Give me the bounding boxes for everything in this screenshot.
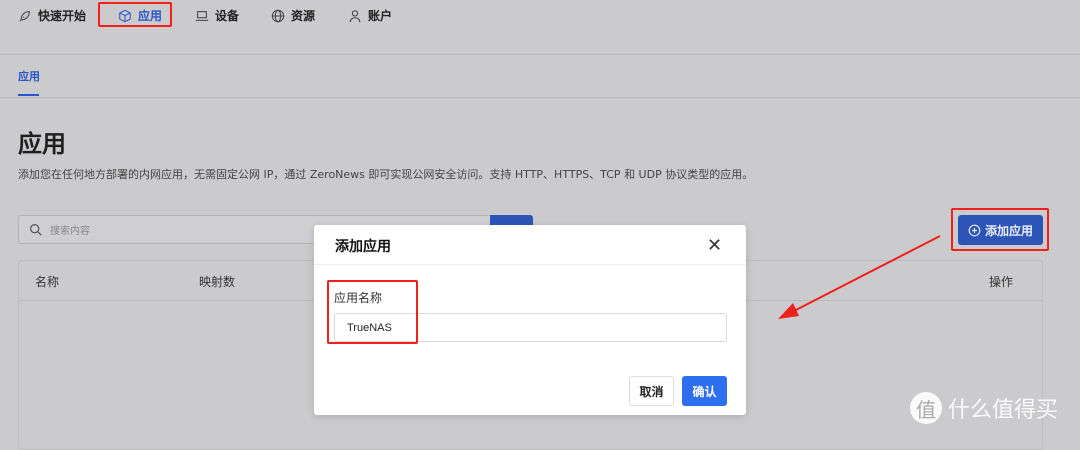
dialog-title: 添加应用: [335, 239, 391, 255]
cancel-button[interactable]: 取消: [629, 376, 674, 406]
dialog-header: 添加应用 ✕: [314, 225, 746, 265]
watermark-logo: 值: [910, 392, 942, 424]
confirm-button[interactable]: 确认: [682, 376, 727, 406]
annotation-box-field: [327, 280, 418, 344]
watermark: 值 什么值得买: [910, 392, 1058, 424]
close-icon[interactable]: ✕: [707, 235, 722, 256]
